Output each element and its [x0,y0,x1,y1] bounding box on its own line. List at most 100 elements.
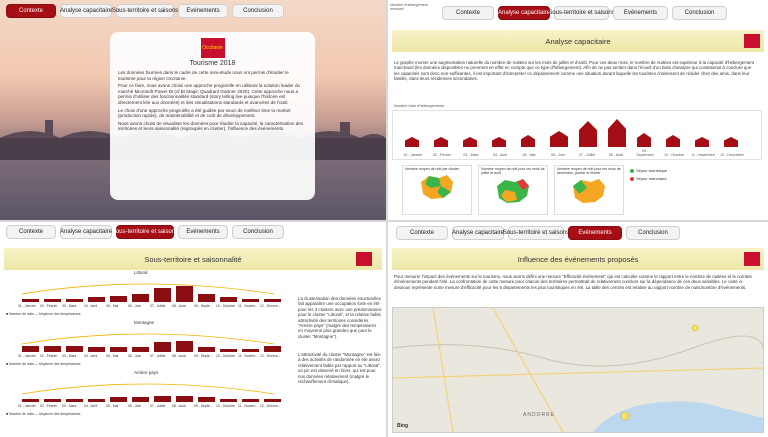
tab-evenements[interactable]: Evénements [178,225,228,239]
month-label: 10 - Octobre [664,153,684,157]
month-label: 09 - Septe... [194,404,213,408]
map-winter-title: Nombre moyen de nuit pour les mois de dé… [557,167,621,175]
house-icon [695,137,709,147]
tab-analyse-capacitaire[interactable]: Analyse capacitaire [60,225,112,239]
month-label: 04 - Avril [84,404,98,408]
season-row-0: Littoral 01 - Janvier 02 - Février 03 - Mar… [4,270,289,316]
month-label: 12 - Décem... [260,304,281,308]
month-label: 07 - Juillet [150,304,166,308]
tab-bar: Contexte Analyse capacitaire Sous-territ… [6,4,284,18]
panel-analyse-capacitaire: Nombre d'hébergement mensuel Contexte An… [388,0,768,220]
legend-dot-green [630,168,634,173]
month-label: 12 - Décem... [260,354,281,358]
month-label: 01 - Janvier [18,304,36,308]
house-icon [434,137,448,147]
tab-contexte[interactable]: Contexte [442,6,494,20]
page-title: Tourisme 2018 [189,60,236,67]
intro-paragraph-1: Les données fournies dans le cadre de ce… [118,70,289,81]
temperature-line [21,383,275,395]
chart-caption: Nombre d'hébergement mensuel [390,3,428,11]
temperature-line [21,283,275,295]
panel-evenements: Contexte Analyse capacitaire Sous-territ… [388,222,768,437]
legend-dot-red [630,176,634,181]
month-label: 02 - Février [40,404,58,408]
month-label: 07 - Juillet [150,404,166,408]
tab-contexte[interactable]: Contexte [6,225,56,239]
tab-bar: Contexte Analyse capacitaire Sous-territ… [442,6,727,20]
map-summer-title: Nombre moyen de nuit pour les mois de ju… [481,167,545,175]
map-summer: Nombre moyen de nuit pour les mois de ju… [478,165,548,215]
legend-label: Séjour touristique [636,168,668,173]
tab-contexte[interactable]: Contexte [396,226,448,240]
month-label: 05 - Mai [522,153,536,157]
tab-evenements[interactable]: Evénements [613,6,668,20]
tab-evenements[interactable]: Evénements [568,226,622,240]
tab-bar: Contexte Analyse capacitaire Sous-territ… [6,225,284,239]
tab-contexte[interactable]: Contexte [6,4,56,18]
tab-sous-territoire[interactable]: Sous-territoire et saisons [112,225,178,239]
month-label: 10 - Octobre [216,304,235,308]
month-label: 03 - Mars [463,153,479,157]
legend-item: Séjour marchand [630,176,667,181]
month-label: 05 - Mai [106,354,119,358]
month-label: 09 - Septe... [194,304,213,308]
month-label: 12 - Décem... [260,404,281,408]
month-label: 11 - Novem... [238,304,259,308]
legend-item: Séjour touristique [630,168,667,173]
tab-conclusion[interactable]: Conclusion [232,4,284,18]
occitanie-logo [744,34,760,48]
occitanie-logo [356,252,372,266]
month-label: 08 - Août [172,304,186,308]
season-row-1: Montagne 01 - Janvier 02 - Février 03 - Mar… [4,320,289,366]
occitanie-map-icon [497,179,529,203]
tab-sous-territoire[interactable]: Sous-territoire et saisons [548,6,615,20]
map-terrain [392,307,765,433]
house-icon [521,135,535,147]
tab-sous-territoire[interactable]: Sous-territoire et saisons [112,4,178,18]
bing-logo: Bing [397,423,409,429]
season-text-1: La clusterisation des données structurel… [298,296,382,339]
tab-analyse-capacitaire[interactable]: Analyse capacitaire [452,226,504,240]
season-text-2: L'attractivité du cluster "Montagne" est… [298,352,382,385]
intro-card: Occitanie Tourisme 2018 Les données four… [110,32,315,200]
occitanie-map-icon [573,179,605,203]
chart-label: Nombre total d'hébergements [394,104,444,108]
house-icon [405,137,419,147]
house-icon [608,119,626,147]
tab-conclusion[interactable]: Conclusion [672,6,727,20]
tab-conclusion[interactable]: Conclusion [626,226,680,240]
section-title: Analyse capacitaire [545,36,611,46]
month-label: 06 - Juin [128,404,142,408]
tab-sous-territoire[interactable]: Sous-territoire et saisons [503,226,569,240]
series-legend: ■ Nombre de nuits — Moyenne des températ… [6,362,81,366]
month-label: 03 - Mars [62,404,77,408]
map-cluster: Nombre moyen de nuit par cluster [402,165,472,215]
tab-evenements[interactable]: Evénements [178,4,228,18]
month-label: 12 - Décembre [720,153,744,157]
month-label: 04 - Avril [493,153,507,157]
month-label: 05 - Mai [106,404,119,408]
month-label: 07 - Juillet [578,153,596,157]
month-label: 06 - Juin [128,304,142,308]
house-icon [724,137,738,147]
intro-paragraph-4: Nous avons choisi de visualiser les donn… [118,120,304,132]
legend-label: Séjour marchand [636,176,667,181]
map-country-label: ANDORRE [523,412,556,418]
events-map[interactable]: ANDORRE Bing [392,307,765,433]
capacity-chart: 01 - Janvier 02 - Février 03 - Mars 04 - Av… [392,110,762,160]
month-label: 04 - Avril [84,304,98,308]
month-label: 08 - Août [608,153,624,157]
panel-sous-territoire: Contexte Analyse capacitaire Sous-territ… [0,222,386,437]
month-label: 06 - Juin [551,153,565,157]
month-label: 08 - Août [172,404,186,408]
month-label: 11 - Novem... [238,354,259,358]
month-label: 07 - Juillet [150,354,166,358]
tab-conclusion[interactable]: Conclusion [232,225,284,239]
tab-analyse-capacitaire[interactable]: Analyse capacitaire [60,4,112,18]
house-icon [550,131,568,147]
tab-analyse-capacitaire[interactable]: Analyse capacitaire [498,6,550,20]
houses-row: 01 - Janvier 02 - Février 03 - Mars 04 - Av… [401,111,761,161]
series-legend: ■ Nombre de nuits — Moyenne des températ… [6,412,81,416]
house-icon [463,137,477,147]
section-title: Sous-territoire et saisonnalité [144,254,242,264]
